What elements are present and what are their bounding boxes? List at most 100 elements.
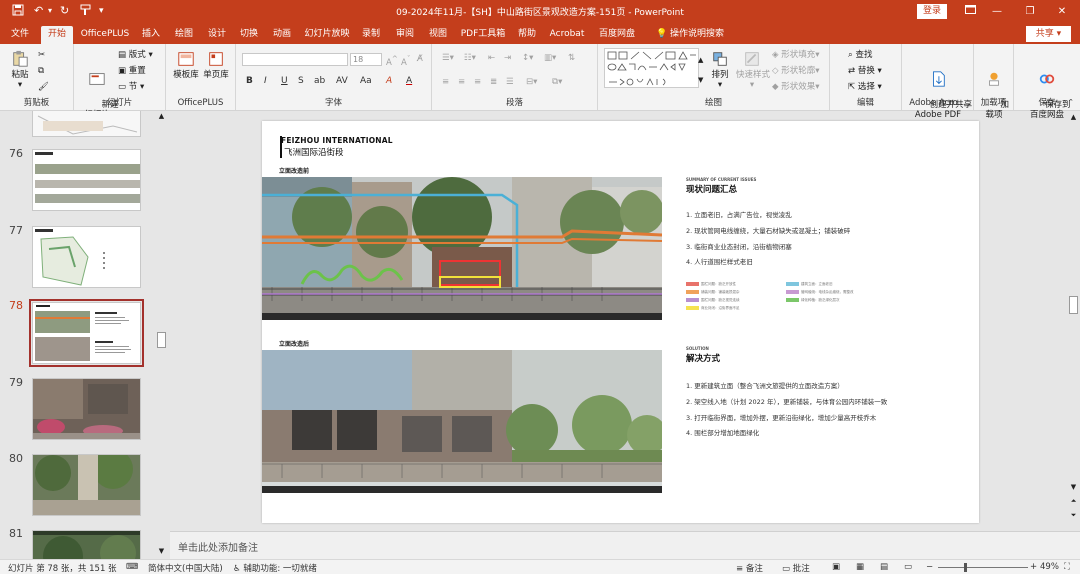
normal-view-icon[interactable]: ▣ (832, 562, 840, 572)
shape-fill-button[interactable]: ◈ 形状填充▾ (772, 49, 820, 61)
tab-officeplus[interactable]: OfficePLUS (78, 26, 132, 44)
quick-styles-button[interactable]: 快速样式 ▾ (736, 50, 770, 90)
slide-thumbnail-77[interactable] (32, 226, 141, 288)
slide-sorter-icon[interactable]: ▦ (856, 562, 864, 572)
tab-record[interactable]: 录制 (357, 26, 385, 44)
replace-button[interactable]: ⇄ 替换 ▾ (848, 65, 882, 77)
scroll-down-arrow-icon[interactable]: ▼ (157, 547, 166, 555)
tab-file[interactable]: 文件 (6, 26, 34, 44)
ribbon-display-icon[interactable] (960, 3, 980, 20)
find-button[interactable]: ⌕ 查找 (848, 49, 872, 61)
notes-placeholder[interactable]: 单击此处添加备注 (178, 539, 258, 554)
char-spacing-button[interactable]: AV (336, 76, 348, 86)
addins-button[interactable]: 加 载项 (978, 50, 1010, 130)
strikethrough-button[interactable]: S (298, 76, 304, 86)
columns-icon[interactable]: ▥▾ (544, 52, 556, 64)
thumbnail-scroll-thumb[interactable] (157, 332, 166, 348)
comments-toggle[interactable]: ▭ 批注 (782, 562, 810, 574)
tab-view[interactable]: 视图 (424, 26, 452, 44)
slide-canvas[interactable]: FEIZHOU INTERNATIONAL 飞洲国际沿街段 立面改造前 立面改造… (262, 121, 979, 523)
tab-baidu-netdisk[interactable]: 百度网盘 (594, 26, 640, 44)
minimize-icon[interactable]: — (987, 3, 1007, 20)
tab-home[interactable]: 开始 (41, 26, 73, 44)
align-right-icon[interactable]: ≡ (474, 76, 481, 88)
align-center-icon[interactable]: ≡ (458, 76, 465, 88)
underline-button[interactable]: U (281, 76, 288, 86)
format-painter-quick-icon[interactable] (80, 4, 92, 20)
collapse-ribbon-icon[interactable]: ⌃ (1068, 96, 1074, 108)
justify-icon[interactable]: ≣ (490, 76, 497, 88)
notes-toggle[interactable]: ≡ 备注 (736, 562, 763, 574)
slide-thumbnail-78[interactable] (29, 299, 144, 367)
slide-thumbnail-pane[interactable]: 76 77 78 79 80 81 (0, 111, 170, 559)
reset-button[interactable]: ▣ 重置 (118, 65, 146, 77)
create-share-pdf-button[interactable]: 创建并共享 Adobe PDF (908, 50, 972, 130)
redo-icon[interactable]: ↻ (60, 4, 69, 18)
restore-icon[interactable]: ❐ (1020, 3, 1040, 20)
fit-slide-icon[interactable]: ⛶ (1064, 562, 1070, 572)
grow-font-icon[interactable]: A^ (386, 53, 398, 69)
tell-me-search[interactable]: 💡 操作说明搜索 (650, 26, 730, 44)
tab-pdf-toolbox[interactable]: PDF工具箱 (458, 26, 508, 44)
slide-scrollbar[interactable]: ▲ ▼ ⏶ ⏷ (1067, 111, 1080, 531)
zoom-slider-thumb[interactable] (964, 563, 967, 572)
distributed-icon[interactable]: ☰ (506, 76, 514, 88)
language-status[interactable]: 简体中文(中国大陆) (148, 562, 223, 574)
accessibility-status[interactable]: ♿ 辅助功能: 一切就绪 (233, 562, 317, 574)
template-library-button[interactable]: 模板库 (172, 50, 200, 80)
bold-button[interactable]: B (246, 76, 253, 86)
tab-help[interactable]: 帮助 (513, 26, 541, 44)
zoom-out-icon[interactable]: − (926, 562, 933, 572)
undo-icon[interactable]: ↶ (34, 4, 43, 18)
spelling-icon[interactable]: ⌨ (126, 562, 138, 572)
cut-icon[interactable]: ✂ (38, 49, 45, 61)
scroll-down-arrow-icon[interactable]: ▼ (1069, 483, 1078, 491)
zoom-level[interactable]: 49% (1040, 562, 1059, 572)
shape-effects-button[interactable]: ◆ 形状效果▾ (772, 81, 820, 93)
shape-outline-button[interactable]: ◇ 形状轮廓▾ (772, 65, 820, 77)
tab-review[interactable]: 审阅 (391, 26, 419, 44)
numbering-icon[interactable]: ☷▾ (464, 52, 476, 64)
highlight-button[interactable]: A (386, 76, 392, 86)
tab-animations[interactable]: 动画 (268, 26, 296, 44)
slide-thumbnail-79[interactable] (32, 378, 141, 440)
select-button[interactable]: ⇱ 选择 ▾ (848, 81, 882, 93)
decrease-indent-icon[interactable]: ⇤ (488, 52, 495, 64)
gallery-scroll-up-icon[interactable]: ▲ (698, 54, 703, 66)
save-icon[interactable] (12, 4, 24, 20)
text-direction-icon[interactable]: ⇅ (568, 52, 575, 64)
scroll-up-arrow-icon[interactable]: ▲ (157, 112, 166, 120)
slide-thumbnail-80[interactable] (32, 454, 141, 516)
font-family-combo[interactable] (242, 53, 348, 66)
shrink-font-icon[interactable]: Aˇ (401, 53, 410, 69)
copy-icon[interactable]: ⧉ (38, 65, 44, 77)
previous-slide-icon[interactable]: ⏶ (1069, 497, 1078, 506)
font-color-button[interactable]: A (406, 76, 412, 86)
zoom-slider[interactable] (938, 567, 1028, 568)
tab-insert[interactable]: 插入 (137, 26, 165, 44)
scroll-up-arrow-icon[interactable]: ▲ (1069, 113, 1078, 121)
italic-button[interactable]: I (264, 76, 267, 86)
shapes-gallery[interactable] (604, 48, 699, 88)
arrange-button[interactable]: 排列 ▾ (706, 50, 734, 90)
bullets-icon[interactable]: ☰▾ (442, 52, 454, 64)
clear-formatting-icon[interactable]: A̸ (417, 53, 423, 65)
slide-scroll-thumb[interactable] (1069, 296, 1078, 314)
slide-thumbnail-76[interactable] (32, 149, 141, 211)
smartart-icon[interactable]: ⧉▾ (552, 76, 562, 88)
layout-button[interactable]: ▤ 版式 ▾ (118, 49, 153, 61)
tab-acrobat[interactable]: Acrobat (546, 26, 588, 44)
tab-draw[interactable]: 绘图 (170, 26, 198, 44)
gallery-more-icon[interactable]: ▼ (698, 74, 703, 86)
shadow-button[interactable]: ab (314, 76, 325, 86)
slide-thumbnail-partial[interactable] (32, 111, 141, 137)
tab-slideshow[interactable]: 幻灯片放映 (302, 26, 352, 44)
single-page-library-button[interactable]: 单页库 (202, 50, 230, 80)
paste-button[interactable]: 粘贴 ▾ (6, 50, 34, 90)
change-case-button[interactable]: Aa (360, 76, 372, 86)
share-button[interactable]: 共享 ▾ (1026, 26, 1071, 42)
undo-dropdown-icon[interactable]: ▾ (48, 4, 52, 18)
next-slide-icon[interactable]: ⏷ (1069, 511, 1078, 520)
align-left-icon[interactable]: ≡ (442, 76, 449, 88)
login-button[interactable]: 登录 (917, 4, 947, 19)
